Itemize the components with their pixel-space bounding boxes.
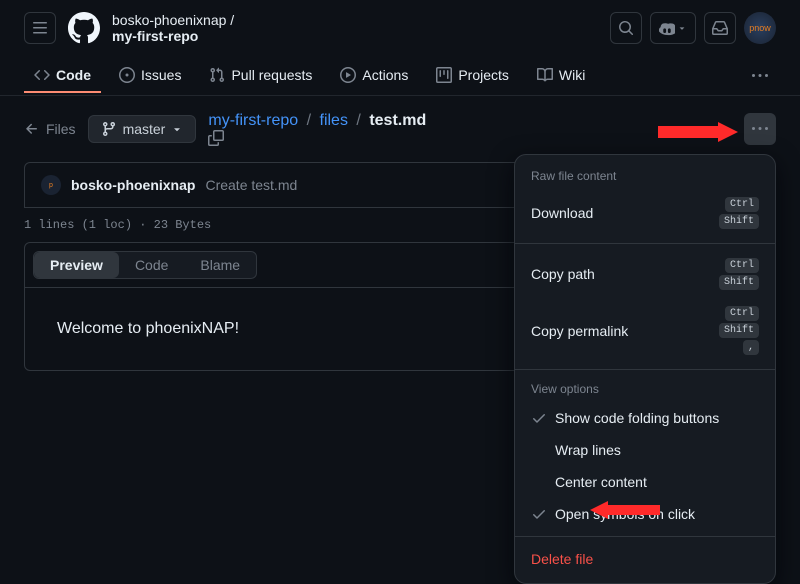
- view-tab-group: Preview Code Blame: [33, 251, 257, 279]
- checkmark-icon: [531, 506, 547, 522]
- kebab-icon: [752, 68, 768, 84]
- kbd: Shift: [719, 214, 759, 229]
- tab-code-label: Code: [56, 67, 91, 83]
- branch-icon: [101, 121, 117, 137]
- dropdown-download-label: Download: [531, 205, 593, 221]
- search-icon: [618, 20, 634, 36]
- dropdown-wrap[interactable]: Wrap lines: [515, 434, 775, 466]
- github-icon: [68, 12, 100, 44]
- branch-name: master: [123, 121, 166, 137]
- dropdown-divider: [515, 369, 775, 370]
- kbd: Ctrl: [725, 306, 759, 321]
- file-header-left: Files master my-first-repo / files / tes…: [24, 112, 432, 146]
- hamburger-icon: [32, 20, 48, 36]
- nav-tabs-left: Code Issues Pull requests Actions Projec…: [24, 59, 595, 93]
- branch-selector[interactable]: master: [88, 115, 197, 143]
- tab-projects[interactable]: Projects: [426, 59, 519, 93]
- tab-pull-requests[interactable]: Pull requests: [199, 59, 322, 93]
- copilot-icon: [659, 20, 675, 36]
- inbox-button[interactable]: [704, 12, 736, 44]
- app-header: bosko-phoenixnap / my-first-repo pnow: [0, 0, 800, 56]
- kbd: Ctrl: [725, 258, 759, 273]
- commit-message[interactable]: Create test.md: [205, 177, 297, 193]
- commit-author-avatar[interactable]: p: [41, 175, 61, 195]
- header-right: pnow: [610, 12, 776, 44]
- repo-owner-link[interactable]: bosko-phoenixnap: [112, 12, 226, 28]
- tab-actions-label: Actions: [362, 67, 408, 83]
- tab-code[interactable]: Code: [24, 59, 101, 93]
- chevron-down-icon: [171, 123, 183, 135]
- breadcrumb-dir-link[interactable]: files: [320, 112, 348, 129]
- tab-issues[interactable]: Issues: [109, 59, 191, 93]
- file-actions-button[interactable]: [744, 113, 776, 145]
- avatar-text: pnow: [749, 23, 771, 33]
- commit-author[interactable]: bosko-phoenixnap: [71, 177, 195, 193]
- code-icon: [34, 67, 50, 83]
- header-left: bosko-phoenixnap / my-first-repo: [24, 12, 234, 44]
- dropdown-center[interactable]: Center content: [515, 466, 775, 498]
- dropdown-center-label: Center content: [555, 474, 647, 490]
- dropdown-symbols[interactable]: Open symbols on click: [515, 498, 775, 530]
- dropdown-copy-permalink-label: Copy permalink: [531, 323, 628, 339]
- tab-pulls-label: Pull requests: [231, 67, 312, 83]
- breadcrumb-repo-link[interactable]: my-first-repo: [208, 112, 298, 129]
- tab-issues-label: Issues: [141, 67, 181, 83]
- tab-wiki[interactable]: Wiki: [527, 59, 595, 93]
- copilot-button[interactable]: [650, 12, 696, 44]
- view-tab-code[interactable]: Code: [119, 252, 184, 278]
- repo-nav-tabs: Code Issues Pull requests Actions Projec…: [0, 56, 800, 96]
- dropdown-copy-permalink[interactable]: Copy permalink Ctrl Shift ,: [515, 298, 775, 363]
- projects-icon: [436, 67, 452, 83]
- kbd: Shift: [719, 323, 759, 338]
- dropdown-folding-label: Show code folding buttons: [555, 410, 719, 426]
- dropdown-divider: [515, 536, 775, 537]
- dropdown-view-label: View options: [515, 376, 775, 402]
- view-tab-blame[interactable]: Blame: [184, 252, 256, 278]
- dropdown-symbols-label: Open symbols on click: [555, 506, 695, 522]
- arrow-left-icon: [24, 121, 40, 137]
- kebab-icon: [752, 121, 768, 137]
- file-header: Files master my-first-repo / files / tes…: [0, 96, 800, 162]
- dropdown-raw-label: Raw file content: [515, 163, 775, 189]
- nav-more-button[interactable]: [744, 62, 776, 90]
- checkmark-icon: [531, 410, 547, 426]
- kbd: Shift: [719, 275, 759, 290]
- dropdown-folding[interactable]: Show code folding buttons: [515, 402, 775, 434]
- dropdown-delete-label: Delete file: [531, 551, 593, 567]
- kbd: Ctrl: [725, 197, 759, 212]
- tab-actions[interactable]: Actions: [330, 59, 418, 93]
- view-tab-preview[interactable]: Preview: [34, 252, 119, 278]
- user-avatar[interactable]: pnow: [744, 12, 776, 44]
- kbd: ,: [743, 340, 759, 355]
- dropdown-divider: [515, 243, 775, 244]
- pull-request-icon: [209, 67, 225, 83]
- back-to-files[interactable]: Files: [24, 121, 76, 137]
- copy-icon: [208, 130, 224, 146]
- menu-toggle-button[interactable]: [24, 12, 56, 44]
- issues-icon: [119, 67, 135, 83]
- breadcrumb-current: test.md: [369, 112, 426, 129]
- repo-name-link[interactable]: my-first-repo: [112, 28, 198, 44]
- actions-icon: [340, 67, 356, 83]
- search-button[interactable]: [610, 12, 642, 44]
- dropdown-copy-path-label: Copy path: [531, 266, 595, 282]
- wiki-icon: [537, 67, 553, 83]
- tab-wiki-label: Wiki: [559, 67, 585, 83]
- dropdown-copy-path[interactable]: Copy path Ctrl Shift: [515, 250, 775, 298]
- github-logo[interactable]: [68, 12, 100, 44]
- dropdown-wrap-label: Wrap lines: [555, 442, 621, 458]
- back-label: Files: [46, 121, 76, 137]
- chevron-down-icon: [677, 23, 687, 33]
- inbox-icon: [712, 20, 728, 36]
- repo-breadcrumb: bosko-phoenixnap / my-first-repo: [112, 12, 234, 44]
- file-breadcrumb: my-first-repo / files / test.md: [208, 112, 432, 146]
- dropdown-delete-file[interactable]: Delete file: [515, 543, 775, 575]
- dropdown-download[interactable]: Download Ctrl Shift: [515, 189, 775, 237]
- file-actions-dropdown: Raw file content Download Ctrl Shift Cop…: [514, 154, 776, 584]
- copy-path-button[interactable]: [208, 130, 432, 146]
- tab-projects-label: Projects: [458, 67, 509, 83]
